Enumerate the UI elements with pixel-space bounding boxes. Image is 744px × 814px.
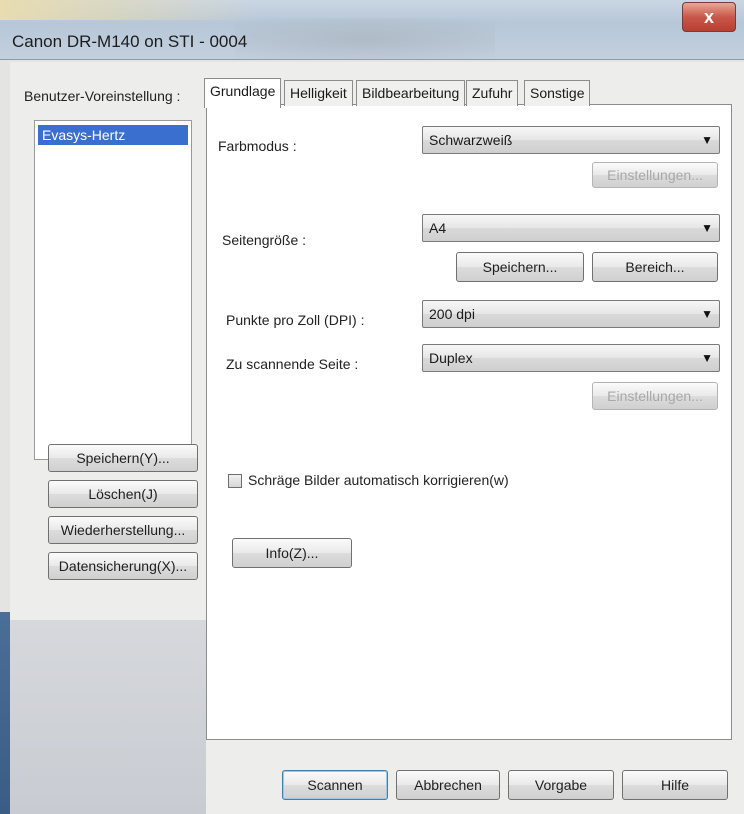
backup-preset-button[interactable]: Datensicherung(X)... bbox=[48, 552, 198, 580]
help-button[interactable]: Hilfe bbox=[622, 770, 728, 800]
page-area-button[interactable]: Bereich... bbox=[592, 252, 718, 282]
info-button[interactable]: Info(Z)... bbox=[232, 538, 352, 568]
dropdown-arrow-icon: ▼ bbox=[701, 307, 713, 321]
cancel-button[interactable]: Abbrechen bbox=[396, 770, 500, 800]
dropdown-arrow-icon: ▼ bbox=[701, 351, 713, 365]
page-size-save-button[interactable]: Speichern... bbox=[456, 252, 584, 282]
save-preset-button[interactable]: Speichern(Y)... bbox=[48, 444, 198, 472]
close-button[interactable]: x bbox=[682, 2, 736, 32]
title-bar-glow bbox=[0, 0, 260, 20]
tab-panel-basic bbox=[206, 104, 732, 740]
title-bar-background-blur bbox=[235, 18, 495, 60]
tab-brightness[interactable]: Helligkeit bbox=[284, 80, 353, 106]
color-settings-button[interactable]: Einstellungen... bbox=[592, 162, 718, 188]
tab-image-processing[interactable]: Bildbearbeitung bbox=[356, 80, 466, 106]
scan-side-select[interactable]: Duplex ▼ bbox=[422, 344, 720, 372]
window-title: Canon DR-M140 on STI - 0004 bbox=[12, 32, 248, 51]
title-bar: Canon DR-M140 on STI - 0004 x bbox=[0, 0, 744, 60]
tab-other[interactable]: Sonstige bbox=[524, 80, 591, 106]
preset-label: Benutzer-Voreinstellung : bbox=[24, 88, 181, 104]
close-icon: x bbox=[703, 7, 714, 27]
scan-side-value: Duplex bbox=[429, 350, 473, 366]
color-mode-select[interactable]: Schwarzweiß ▼ bbox=[422, 126, 720, 154]
page-size-label: Seitengröße : bbox=[222, 232, 307, 248]
tab-feed[interactable]: Zufuhr bbox=[466, 80, 519, 106]
restore-preset-button[interactable]: Wiederherstellung... bbox=[48, 516, 198, 544]
dpi-select[interactable]: 200 dpi ▼ bbox=[422, 300, 720, 328]
dropdown-arrow-icon: ▼ bbox=[701, 133, 713, 147]
preset-item-evasys-hertz[interactable]: Evasys-Hertz bbox=[38, 125, 188, 145]
desktop-background-strip bbox=[0, 612, 10, 814]
dpi-label: Punkte pro Zoll (DPI) : bbox=[226, 312, 365, 328]
preset-list[interactable]: Evasys-Hertz bbox=[34, 120, 192, 460]
default-button[interactable]: Vorgabe bbox=[508, 770, 614, 800]
dropdown-arrow-icon: ▼ bbox=[701, 221, 713, 235]
tab-basic[interactable]: Grundlage bbox=[204, 78, 282, 108]
dpi-value: 200 dpi bbox=[429, 306, 475, 322]
page-size-value: A4 bbox=[429, 220, 447, 236]
page-size-select[interactable]: A4 ▼ bbox=[422, 214, 720, 242]
color-mode-value: Schwarzweiß bbox=[429, 132, 513, 148]
scan-side-label: Zu scannende Seite : bbox=[226, 356, 359, 372]
scan-button[interactable]: Scannen bbox=[282, 770, 388, 800]
left-lower-area bbox=[10, 620, 206, 814]
deskew-label: Schräge Bilder automatisch korrigieren(w… bbox=[248, 472, 509, 488]
deskew-checkbox[interactable] bbox=[228, 474, 242, 488]
delete-preset-button[interactable]: Löschen(J) bbox=[48, 480, 198, 508]
color-mode-label: Farbmodus : bbox=[218, 138, 297, 154]
side-settings-button[interactable]: Einstellungen... bbox=[592, 382, 718, 410]
